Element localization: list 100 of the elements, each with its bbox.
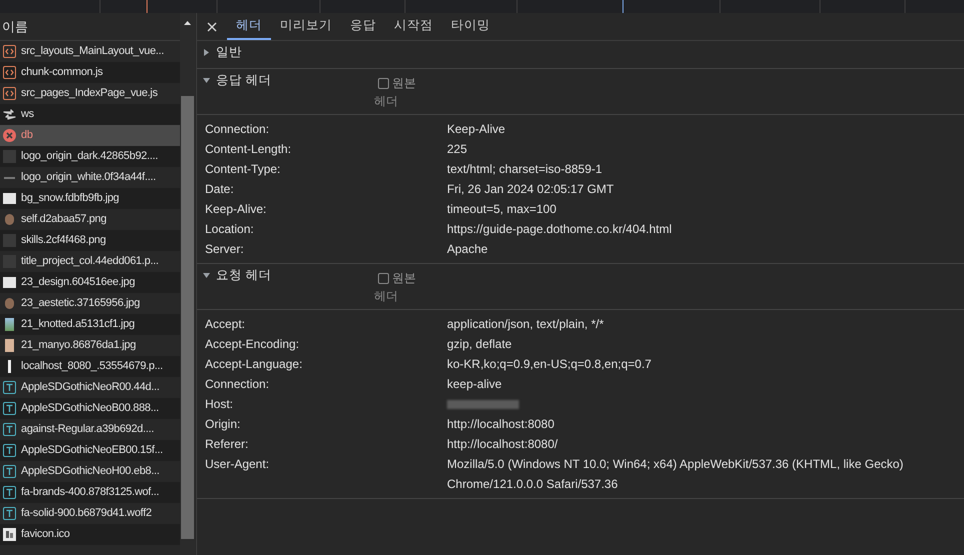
header-value: ko-KR,ko;q=0.9,en-US;q=0.8,en;q=0.7 [447, 356, 652, 373]
section-header[interactable]: 요청 헤더 원본 [197, 264, 964, 287]
request-name: logo_origin_white.0f34a44f.... [21, 170, 156, 186]
header-value: Mozilla/5.0 (Windows NT 10.0; Win64; x64) AppleWebKit/537.36 (KHTML, like Gecko) Chrome/121.0.0.0 Safari/537.36 [447, 456, 904, 493]
font-file-icon [3, 423, 16, 436]
request-name: fa-brands-400.878f3125.wof... [21, 485, 160, 500]
header-value: Fri, 26 Jan 2024 02:05:17 GMT [447, 181, 614, 198]
image-thumbnail-icon [3, 234, 16, 247]
request-row[interactable]: logo_origin_dark.42865b92.... [0, 146, 180, 167]
header-value: timeout=5, max=100 [447, 201, 556, 218]
request-row[interactable]: 23_design.604516ee.jpg [0, 272, 180, 293]
header-name: Referer: [205, 436, 250, 453]
header-name: User-Agent: [205, 456, 270, 473]
header-value: keep-alive [447, 376, 502, 393]
request-name: 21_knotted.a5131cf1.jpg [21, 317, 135, 332]
request-row[interactable]: localhost_8080_.53554679.p... [0, 356, 180, 377]
font-file-icon [3, 465, 16, 478]
request-name: title_project_col.44edd061.p... [21, 254, 158, 270]
header-name: Connection: [205, 121, 270, 138]
image-thumbnail-icon [3, 193, 16, 204]
header-value: Apache [447, 241, 488, 258]
request-name: src_pages_IndexPage_vue.js [21, 86, 158, 102]
expanded-triangle-icon[interactable] [203, 272, 210, 279]
font-file-icon [3, 444, 16, 457]
request-name: 23_aestetic.37165956.jpg [21, 296, 140, 312]
section-header[interactable]: 일반 [197, 41, 964, 64]
request-name: 23_design.604516ee.jpg [21, 275, 135, 290]
raw-label: 원본 [392, 270, 416, 287]
scroll-up-arrow-icon[interactable] [184, 21, 191, 25]
request-row[interactable]: 21_knotted.a5131cf1.jpg [0, 314, 180, 335]
header-name: Content-Length: [205, 141, 292, 158]
request-name: ws [21, 107, 34, 122]
image-thumbnail-icon [3, 277, 16, 288]
tab[interactable]: 응답 [341, 13, 385, 40]
script-file-icon [3, 45, 16, 58]
header-value: http://localhost:8080/ [447, 436, 558, 453]
image-thumbnail-icon [5, 298, 14, 309]
header-name: Host: [205, 396, 234, 413]
request-name: AppleSDGothicNeoB00.888... [21, 401, 159, 416]
image-thumbnail-icon [5, 339, 14, 352]
close-icon[interactable] [207, 22, 217, 32]
header-name: Origin: [205, 416, 242, 433]
request-row[interactable]: fa-brands-400.878f3125.wof... [0, 482, 180, 503]
image-thumbnail-icon [5, 318, 14, 331]
request-row[interactable]: AppleSDGothicNeoEB00.15f... [0, 440, 180, 461]
image-thumbnail-icon [8, 360, 11, 373]
request-name: fa-solid-900.b6879d41.woff2 [21, 506, 152, 522]
error-icon [3, 129, 16, 142]
request-name: AppleSDGothicNeoH00.eb8... [21, 464, 160, 480]
raw-label: 원본 [392, 75, 416, 92]
request-name: self.d2abaa57.png [21, 212, 106, 228]
header-name: Location: [205, 221, 255, 238]
header-value: http://localhost:8080 [447, 416, 554, 433]
request-row[interactable]: skills.2cf4f468.png [0, 230, 180, 251]
request-name: skills.2cf4f468.png [21, 233, 106, 248]
section-title: 응답 헤더 [216, 72, 272, 90]
favicon-icon [3, 528, 16, 541]
arrows-icon [3, 108, 16, 121]
tab[interactable]: 미리보기 [271, 13, 341, 40]
raw-checkbox[interactable] [378, 78, 389, 88]
raw-checkbox[interactable] [378, 272, 389, 284]
header-value: gzip, deflate [447, 336, 512, 353]
header-name: Date: [205, 181, 235, 198]
section-header[interactable]: 응답 헤더 원본 [197, 69, 964, 92]
tab[interactable]: 시작점 [385, 13, 442, 40]
image-thumbnail-icon [5, 214, 14, 225]
script-file-icon [3, 87, 16, 100]
header-name: Keep-Alive: [205, 201, 268, 218]
tab[interactable]: 타이밍 [442, 13, 499, 40]
section-title: 요청 헤더 [216, 267, 272, 284]
request-name: localhost_8080_.53554679.p... [21, 359, 163, 374]
header-name: Content-Type: [205, 161, 282, 178]
header-value: application/json, text/plain, */* [447, 316, 604, 333]
request-name: chunk-common.js [21, 65, 103, 80]
request-name: AppleSDGothicNeoEB00.15f... [21, 443, 163, 458]
header-value: https://guide-page.dothome.co.kr/404.html [447, 221, 672, 238]
request-row[interactable]: chunk-common.js [0, 62, 180, 83]
request-row[interactable]: favicon.ico [0, 524, 180, 545]
script-file-icon [3, 66, 16, 79]
tab[interactable]: 헤더 [227, 13, 271, 40]
section-title: 일반 [216, 44, 242, 62]
request-row[interactable]: ws [0, 104, 180, 125]
font-file-icon [3, 486, 16, 499]
request-name: db [21, 128, 33, 144]
request-name: against-Regular.a39b692d.... [21, 422, 154, 438]
request-name: logo_origin_dark.42865b92.... [21, 149, 158, 164]
collapsed-triangle-icon[interactable] [203, 49, 210, 56]
column-label: 헤더 [374, 288, 398, 305]
header-name: Server: [205, 241, 245, 258]
font-file-icon [3, 507, 16, 520]
image-thumbnail-icon [3, 150, 16, 163]
expanded-triangle-icon[interactable] [203, 77, 210, 84]
header-name: Accept: [205, 316, 246, 333]
font-file-icon [3, 402, 16, 415]
request-row[interactable]: AppleSDGothicNeoB00.888... [0, 398, 180, 419]
scrollbar-thumb[interactable] [181, 96, 194, 539]
request-name: bg_snow.fdbfb9fb.jpg [21, 191, 119, 206]
request-row[interactable]: bg_snow.fdbfb9fb.jpg [0, 188, 180, 209]
header-value: Keep-Alive [447, 121, 506, 138]
request-row[interactable]: db [0, 125, 180, 146]
